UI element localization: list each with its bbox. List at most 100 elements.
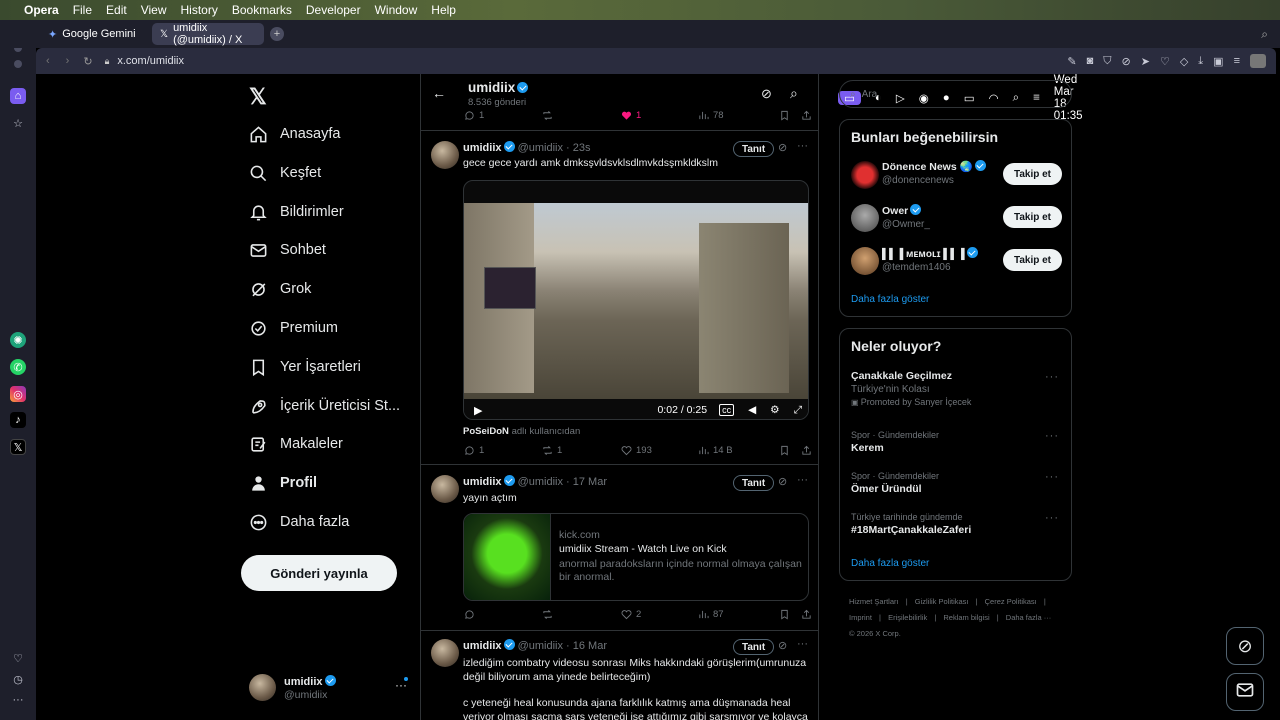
nav-grok[interactable]: Grok	[248, 275, 311, 303]
author-handle[interactable]: @umidiix	[518, 640, 563, 652]
show-more-link[interactable]: Daha fazla göster	[851, 558, 929, 569]
follow-button[interactable]: Takip et	[1003, 163, 1062, 185]
vpn-icon[interactable]: ⊘	[1122, 55, 1131, 68]
nav-chat[interactable]: Sohbet	[248, 236, 326, 264]
follow-button[interactable]: Takip et	[1003, 206, 1062, 228]
nav-more[interactable]: Daha fazla	[248, 508, 349, 536]
author-handle[interactable]: @umidiix	[518, 476, 563, 488]
avatar[interactable]	[431, 141, 459, 169]
download-icon[interactable]: ⤓	[1198, 55, 1203, 68]
views-button[interactable]: 14 B	[698, 445, 779, 456]
trend-item[interactable]: Spor · Gündemdekiler Ömer Üründül	[851, 470, 939, 496]
promote-button[interactable]: Tanıt	[733, 475, 775, 491]
grok-icon[interactable]: ⊘	[778, 639, 787, 652]
menu-help[interactable]: Help	[431, 3, 456, 17]
reply-button[interactable]	[464, 609, 542, 620]
grok-icon[interactable]: ⊘	[761, 86, 772, 102]
link-card[interactable]: kick.com umidiix Stream - Watch Live on …	[463, 513, 809, 601]
grok-fab[interactable]: ⊘	[1226, 627, 1264, 665]
suggestion-handle[interactable]: @temdem1406	[882, 262, 951, 273]
grok-icon[interactable]: ⊘	[778, 475, 787, 488]
suggestion-handle[interactable]: @donencenews	[882, 175, 954, 186]
nav-explore[interactable]: Keşfet	[248, 159, 321, 187]
reload-icon[interactable]: ↻	[83, 55, 92, 68]
menu-window[interactable]: Window	[375, 3, 418, 17]
video-player[interactable]: ▶ 0:02 / 0:25 cc ◀︎ ⚙ ⤢	[463, 180, 809, 420]
grok-icon[interactable]: ⊘	[778, 141, 787, 154]
more-icon[interactable]: ···	[1045, 471, 1059, 483]
menu-developer[interactable]: Developer	[306, 3, 361, 17]
more-icon[interactable]: ···	[10, 692, 26, 708]
captions-icon[interactable]: cc	[719, 404, 735, 416]
bookmark-icon[interactable]	[779, 110, 801, 121]
share-icon[interactable]	[801, 110, 812, 121]
views-button[interactable]: 87	[698, 609, 779, 620]
back-icon[interactable]: ‹	[46, 55, 50, 67]
window-max-dot[interactable]	[14, 60, 22, 68]
sidebar-toggle-icon[interactable]: ▣	[1213, 55, 1223, 68]
promote-button[interactable]: Tanıt	[733, 141, 775, 157]
nav-articles[interactable]: Makaleler	[248, 430, 343, 458]
footer-link[interactable]: Daha fazla ···	[1006, 613, 1051, 622]
more-icon[interactable]: ···	[797, 474, 808, 486]
chatgpt-icon[interactable]: ✺	[10, 332, 26, 348]
edit-icon[interactable]: ✎	[1067, 55, 1076, 68]
back-arrow-icon[interactable]: ←	[432, 85, 446, 101]
play-icon[interactable]: ▶	[474, 404, 482, 417]
like-button[interactable]: 193	[621, 445, 698, 456]
author-name[interactable]: umidiix	[463, 142, 502, 154]
more-icon[interactable]: ···	[797, 140, 808, 152]
timestamp[interactable]: · 17 Mar	[566, 476, 607, 488]
trend-item[interactable]: Spor · Gündemdekiler Kerem	[851, 429, 939, 455]
account-switcher[interactable]: umidiix @umidiix ···	[249, 673, 419, 703]
nav-bookmarks[interactable]: Yer İşaretleri	[248, 353, 361, 381]
home-icon[interactable]: ⌂	[10, 88, 26, 104]
timestamp[interactable]: · 16 Mar	[566, 640, 607, 652]
tab-x-profile[interactable]: 𝕏 umidiix (@umidiix) / X	[152, 22, 264, 46]
shield-icon[interactable]: ⛉	[1103, 55, 1111, 68]
retweet-button[interactable]	[542, 609, 621, 620]
new-tab-icon[interactable]: +	[270, 27, 284, 41]
instagram-icon[interactable]: ◎	[10, 386, 26, 402]
author-name[interactable]: umidiix	[463, 476, 502, 488]
forward-icon[interactable]: ›	[66, 55, 70, 67]
suggestion-name[interactable]: ▌▌▐ ᴍᴇᴍᴏʟɪ ▌▌▐	[882, 247, 978, 260]
views-button[interactable]: 78	[698, 110, 779, 121]
bookmark-icon[interactable]	[779, 609, 801, 620]
promote-button[interactable]: Tanıt	[733, 639, 775, 655]
nav-notifications[interactable]: Bildirimler	[248, 198, 344, 226]
tweet-text-long[interactable]: umidiix @umidiix · 16 Mar Tanıt ⊘ ··· iz…	[421, 630, 818, 720]
nav-premium[interactable]: Premium	[248, 314, 338, 342]
messages-fab[interactable]	[1226, 673, 1264, 711]
avatar[interactable]	[431, 639, 459, 667]
fullscreen-icon[interactable]: ⤢	[794, 404, 802, 417]
whatsapp-icon[interactable]: ✆	[10, 359, 26, 375]
tiktok-icon[interactable]: ♪	[10, 412, 26, 428]
bookmark-icon[interactable]	[779, 445, 801, 456]
more-icon[interactable]: ···	[1045, 430, 1059, 442]
nav-profile[interactable]: Profil	[248, 469, 317, 497]
author-name[interactable]: umidiix	[463, 640, 502, 652]
follow-button[interactable]: Takip et	[1003, 249, 1062, 271]
search-input[interactable]: ⌕ Ara	[839, 80, 1072, 108]
trend-item[interactable]: Türkiye tarihinde gündemde #18MartÇanakka…	[851, 511, 971, 537]
camera-icon[interactable]: ◙	[1087, 55, 1094, 67]
more-icon[interactable]: ···	[797, 638, 808, 650]
retweet-button[interactable]: 1	[542, 445, 621, 456]
trend-item[interactable]: Çanakkale Geçilmez Türkiye'nin Kolası ▣ …	[851, 370, 971, 409]
app-menu[interactable]: Opera	[24, 3, 59, 17]
suggestion-name[interactable]: Dönence News 🌏	[882, 160, 986, 173]
credit-author[interactable]: PoSeiDoN	[463, 426, 509, 437]
tab-google-gemini[interactable]: ✦ Google Gemini	[40, 23, 148, 45]
settings-gear-icon[interactable]: ⚙	[770, 404, 779, 416]
menu-history[interactable]: History	[181, 3, 218, 17]
footer-link[interactable]: Çerez Politikası	[985, 597, 1037, 606]
menu-file[interactable]: File	[73, 3, 92, 17]
like-button[interactable]: 2	[621, 609, 698, 620]
menu-edit[interactable]: Edit	[106, 3, 127, 17]
avatar[interactable]	[851, 204, 879, 232]
menu-bookmarks[interactable]: Bookmarks	[232, 3, 292, 17]
nav-creator-studio[interactable]: İçerik Üreticisi St...	[248, 392, 400, 420]
nav-home[interactable]: Anasayfa	[248, 120, 340, 148]
send-icon[interactable]: ➤	[1141, 55, 1150, 68]
